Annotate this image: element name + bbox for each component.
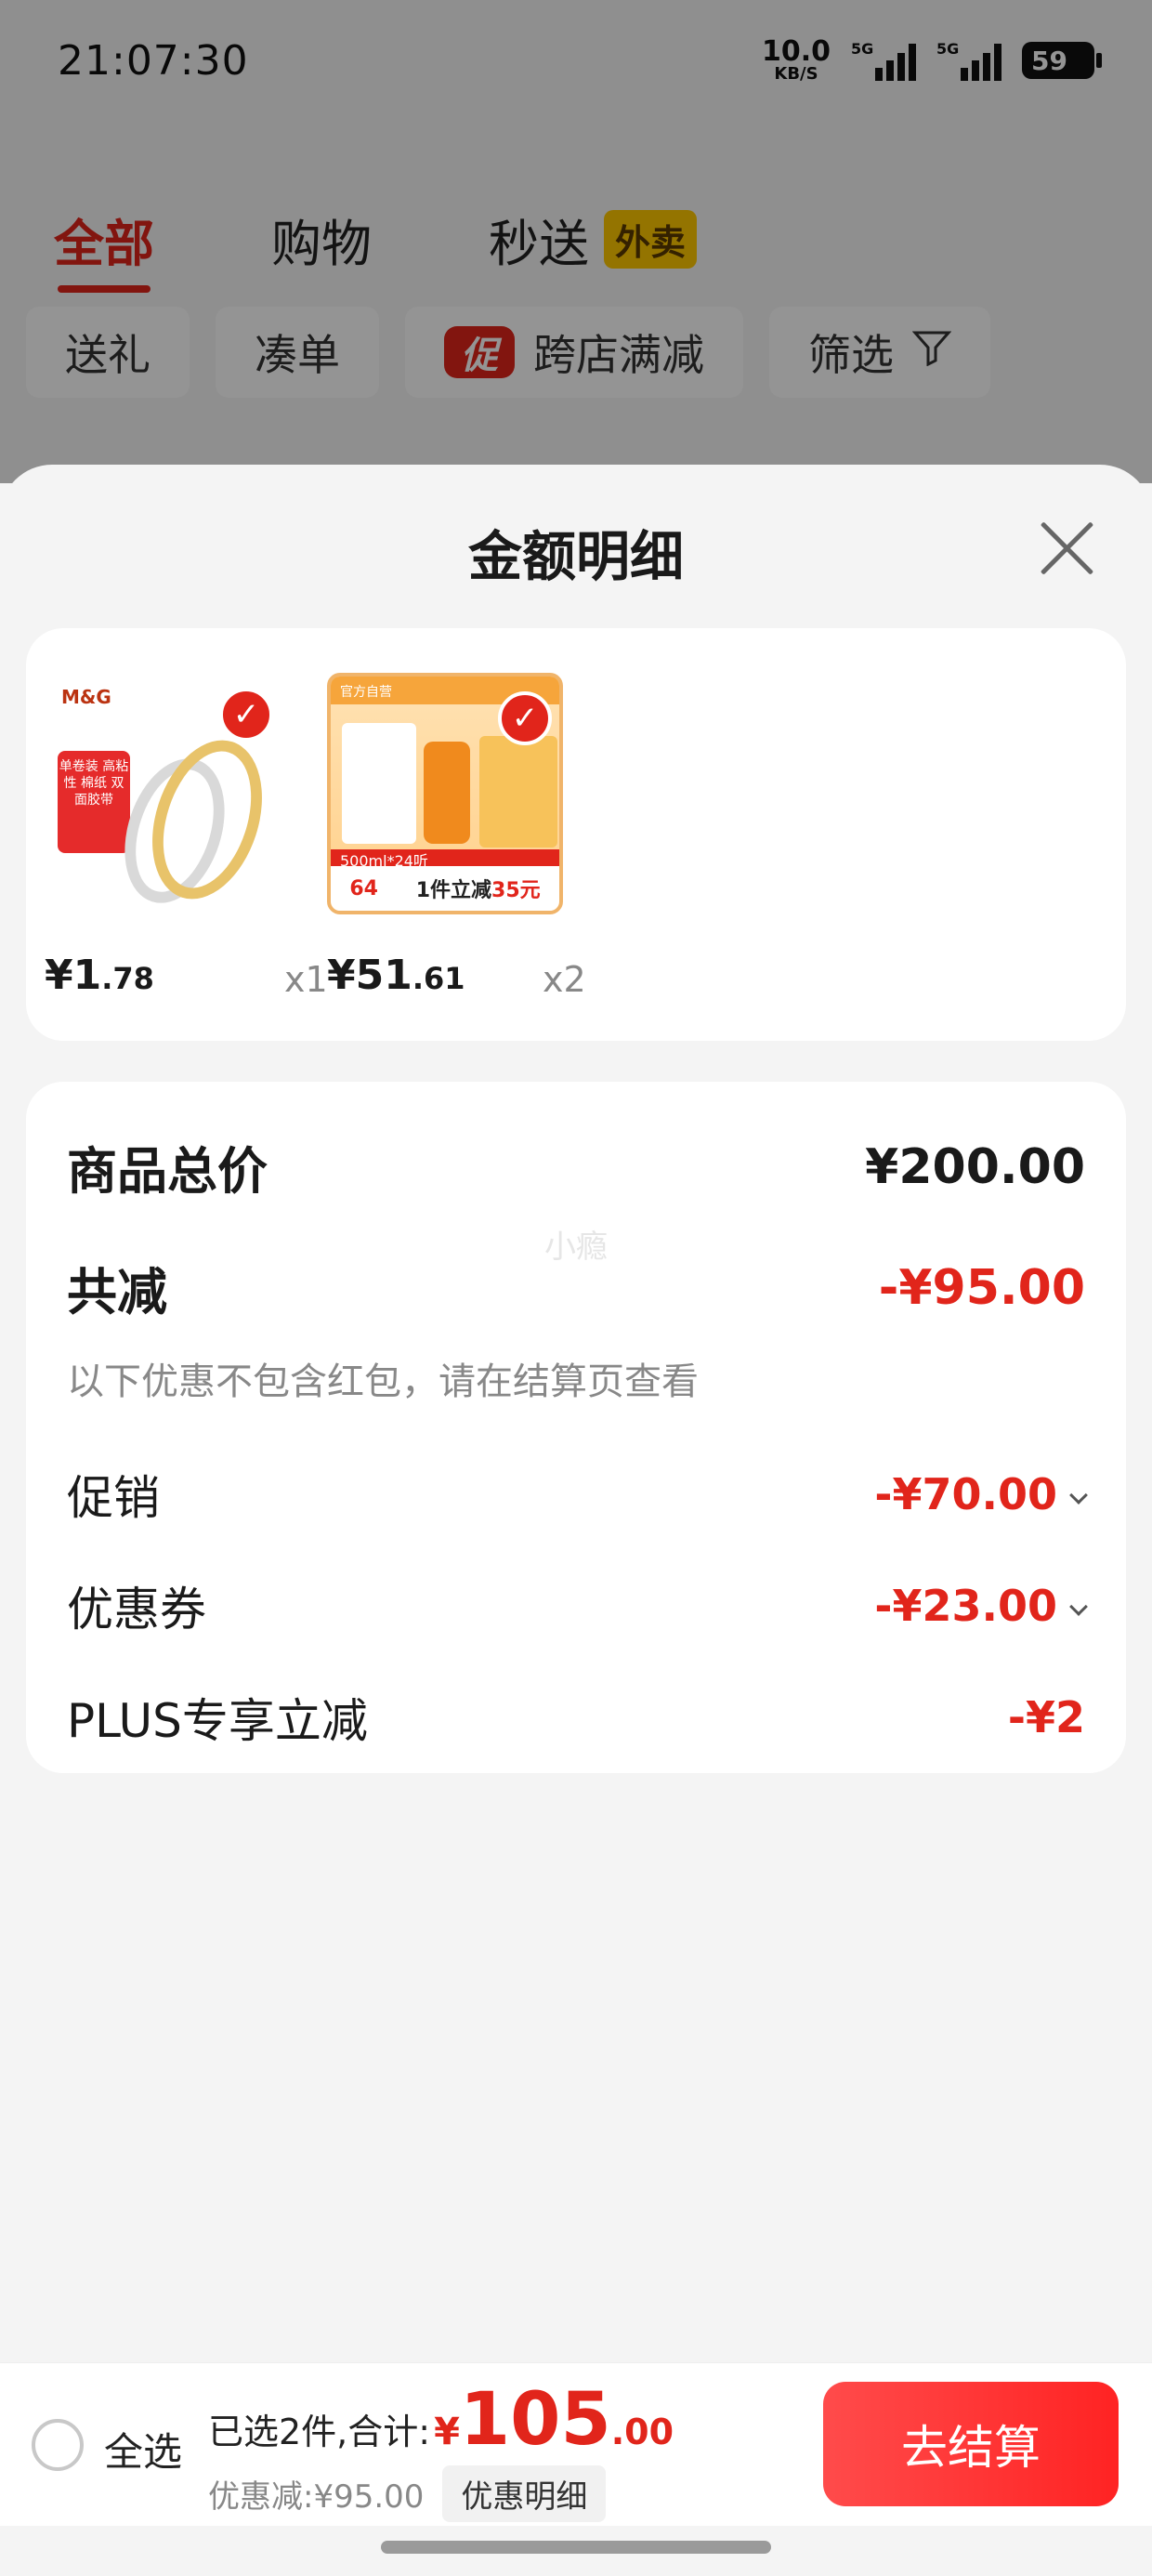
checkout-button[interactable]: 去结算 [823, 2382, 1119, 2506]
product-quantity: x2 [543, 959, 586, 1000]
chevron-down-icon [1069, 1597, 1088, 1616]
checked-icon[interactable]: ✓ [219, 688, 273, 742]
total-price-row: 商品总价 ¥200.00 [67, 1138, 1085, 1202]
coupon-row[interactable]: 优惠券 -¥23.00 [67, 1572, 1088, 1639]
select-all-radio[interactable] [32, 2419, 84, 2471]
amount-detail-sheet: 金额明细 M&G 单卷装 高粘性 棉纸 双面胶带 ✓ ¥1.78 x1 官方自营 [0, 465, 1152, 2576]
modal-overlay[interactable] [0, 0, 1152, 483]
discount-summary: 优惠减:¥95.00 优惠明细 [208, 2465, 607, 2522]
cart-page: 21:07:30 10.0 KB/S 5G 5G 59 全部 购物 秒送 外卖 … [0, 0, 1152, 2576]
product-item-beer[interactable]: 官方自营 500ml*24听 64 1件立减35元 ✓ ¥51.61 x2 [327, 673, 586, 1000]
reduction-note: 以下优惠不包含红包，请在结算页查看 [67, 1360, 699, 1403]
product-item-tape[interactable]: M&G 单卷装 高粘性 棉纸 双面胶带 ✓ ¥1.78 x1 [45, 673, 328, 1000]
total-summary: 已选2件,合计: ¥ 105 .00 [208, 2378, 674, 2462]
price-summary-card: 商品总价 ¥200.00 小瘾 共减 -¥95.00 以下优惠不包含红包，请在结… [26, 1082, 1126, 1773]
brand-logo: M&G [61, 686, 111, 708]
total-reduction-row: 共减 -¥95.00 [67, 1259, 1085, 1322]
product-image: 官方自营 500ml*24听 64 1件立减35元 ✓ [327, 673, 563, 914]
product-label: 单卷装 高粘性 棉纸 双面胶带 [58, 751, 130, 853]
checked-icon[interactable]: ✓ [498, 691, 552, 745]
products-card: M&G 单卷装 高粘性 棉纸 双面胶带 ✓ ¥1.78 x1 官方自营 500m… [26, 628, 1126, 1041]
plus-discount-row: PLUS专享立减 -¥2 [67, 1692, 1085, 1748]
total-amount: 105 [459, 2378, 611, 2462]
product-price: ¥1.78 [45, 952, 154, 999]
sheet-title: 金额明细 [467, 525, 684, 588]
product-price: ¥51.61 [327, 952, 465, 999]
select-all-label[interactable]: 全选 [104, 2421, 182, 2477]
checkout-bar: 全选 已选2件,合计: ¥ 105 .00 优惠减:¥95.00 优惠明细 去结… [0, 2362, 1152, 2526]
product-image: M&G 单卷装 高粘性 棉纸 双面胶带 ✓ [45, 673, 281, 914]
close-icon[interactable] [1033, 513, 1100, 580]
product-quantity: x1 [284, 959, 328, 1000]
promotion-row[interactable]: 促销 -¥70.00 [67, 1461, 1088, 1528]
discount-detail-button[interactable]: 优惠明细 [442, 2465, 607, 2522]
chevron-down-icon [1069, 1486, 1088, 1505]
home-indicator[interactable] [381, 2541, 771, 2554]
